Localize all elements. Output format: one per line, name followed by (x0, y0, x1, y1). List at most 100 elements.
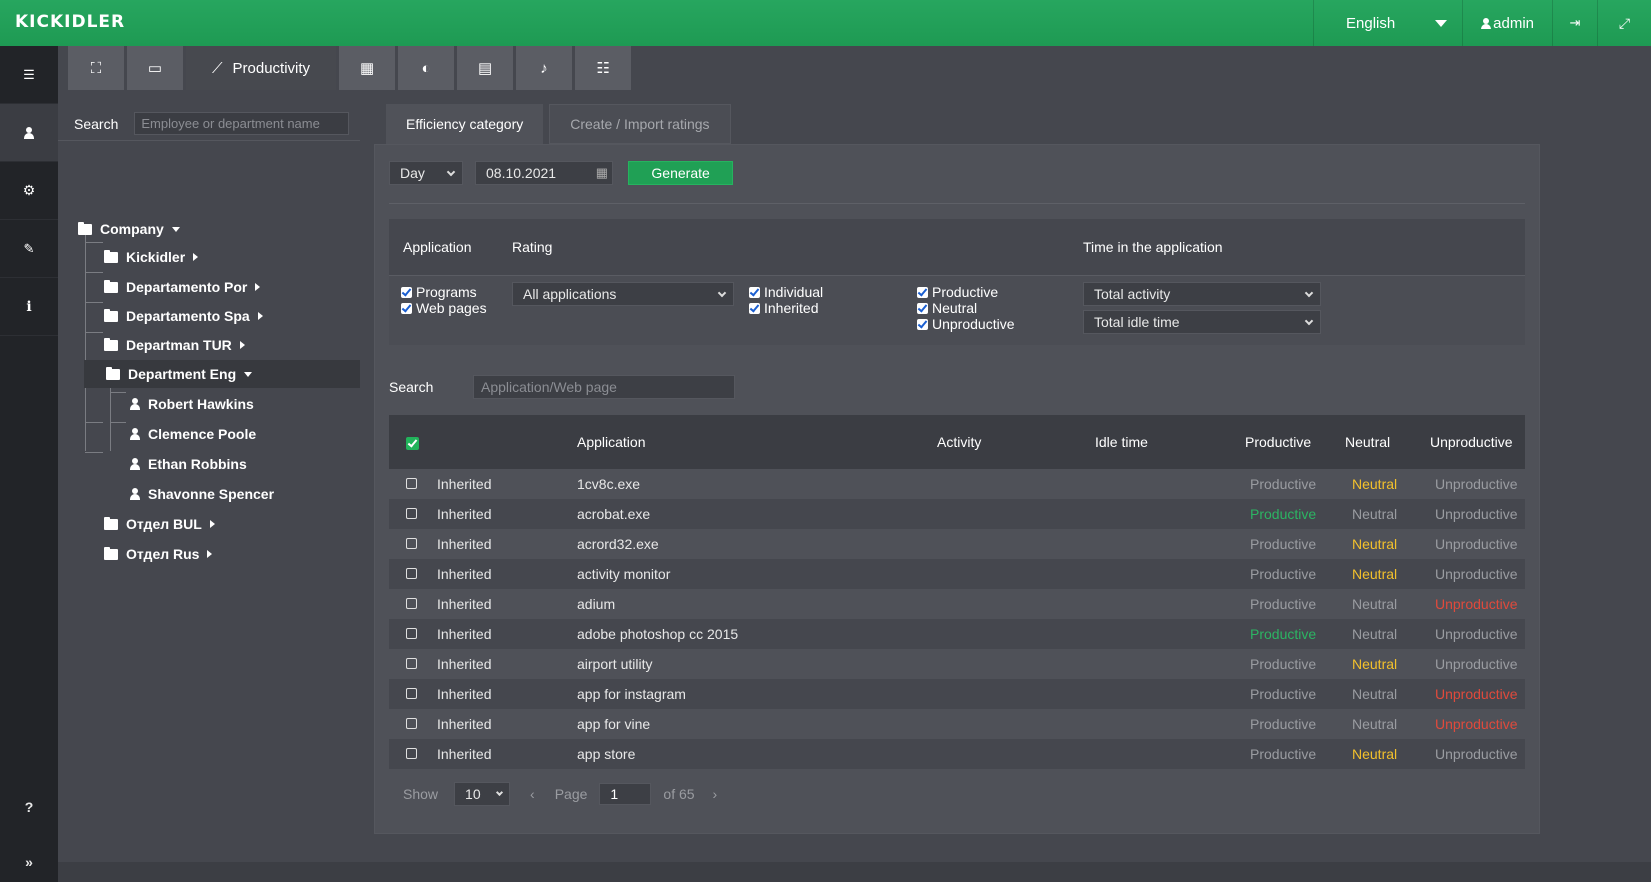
tab-monitor[interactable]: ▭ (127, 46, 183, 90)
row-checkbox[interactable] (406, 598, 417, 609)
expand-sidebar-button[interactable]: » (0, 842, 58, 882)
row-productive[interactable]: Productive (1250, 656, 1316, 672)
col-productive[interactable]: Productive (1245, 434, 1311, 450)
inherited-checkbox[interactable]: Inherited (749, 300, 818, 316)
app-search-input[interactable] (473, 375, 735, 399)
col-activity[interactable]: Activity (937, 434, 981, 450)
row-neutral[interactable]: Neutral (1352, 746, 1397, 762)
unproductive-checkbox[interactable]: Unproductive (917, 316, 1015, 332)
row-neutral[interactable]: Neutral (1352, 596, 1397, 612)
row-checkbox[interactable] (406, 628, 417, 639)
col-application[interactable]: Application (577, 434, 646, 450)
tree-node-department[interactable]: Departman TUR (104, 331, 245, 359)
period-select[interactable]: Day (389, 161, 463, 185)
tree-node-department-selected[interactable]: Department Eng (84, 360, 360, 388)
date-input[interactable]: 08.10.2021 ▦ (475, 161, 613, 185)
row-productive[interactable]: Productive (1250, 596, 1316, 612)
tab-id-card[interactable]: ▤ (457, 46, 514, 90)
row-unproductive[interactable]: Unproductive (1435, 476, 1518, 492)
tree-node-department[interactable]: Отдел BUL (104, 510, 215, 538)
neutral-checkbox[interactable]: Neutral (917, 300, 977, 316)
row-neutral[interactable]: Neutral (1352, 716, 1397, 732)
kickidler-logo[interactable]: KICKIDLER (15, 12, 125, 32)
programs-checkbox[interactable]: Programs (401, 284, 477, 300)
tab-create-import-ratings[interactable]: Create / Import ratings (549, 104, 731, 144)
sidebar-item-info[interactable]: i (0, 278, 58, 336)
row-checkbox[interactable] (406, 508, 417, 519)
tree-node-employee[interactable]: Clemence Poole (130, 420, 256, 448)
tree-search-input[interactable] (134, 112, 350, 135)
row-checkbox[interactable] (406, 658, 417, 669)
table-row[interactable]: Inherited airport utility Productive Neutra… (389, 649, 1525, 679)
row-unproductive[interactable]: Unproductive (1435, 626, 1518, 642)
row-neutral[interactable]: Neutral (1352, 506, 1397, 522)
table-row[interactable]: Inherited acrord32.exe Productive Neutral Un… (389, 529, 1525, 559)
row-checkbox[interactable] (406, 688, 417, 699)
row-unproductive[interactable]: Unproductive (1435, 656, 1518, 672)
row-productive[interactable]: Productive (1250, 686, 1316, 702)
generate-button[interactable]: Generate (628, 161, 733, 185)
row-productive[interactable]: Productive (1250, 566, 1316, 582)
row-unproductive[interactable]: Unproductive (1435, 596, 1518, 612)
row-neutral[interactable]: Neutral (1352, 476, 1397, 492)
row-neutral[interactable]: Neutral (1352, 626, 1397, 642)
row-productive[interactable]: Productive (1250, 626, 1316, 642)
row-checkbox[interactable] (406, 568, 417, 579)
rating-select[interactable]: All applications (512, 282, 734, 306)
col-neutral[interactable]: Neutral (1345, 434, 1390, 450)
tab-structure[interactable]: ⛶ (68, 46, 124, 90)
tree-node-department[interactable]: Departamento Spa (104, 302, 263, 330)
tab-notifications[interactable]: ♪ (516, 46, 573, 90)
row-unproductive[interactable]: Unproductive (1435, 746, 1518, 762)
sidebar-item-list[interactable]: ☰ (0, 46, 58, 104)
tree-node-department[interactable]: Отдел Rus (104, 540, 213, 568)
next-page-button[interactable]: › (713, 786, 718, 802)
time-select-activity[interactable]: Total activity (1083, 282, 1321, 306)
tree-node-department[interactable]: Kickidler (104, 243, 199, 271)
tab-users-settings[interactable]: ☷ (575, 46, 632, 90)
tree-node-company[interactable]: Company (78, 215, 180, 243)
table-row[interactable]: Inherited adobe photoshop cc 2015 Producti… (389, 619, 1525, 649)
help-button[interactable]: ? (0, 787, 58, 827)
table-row[interactable]: Inherited app store Productive Neutral Unpro… (389, 739, 1525, 769)
table-row[interactable]: Inherited activity monitor Productive Neutr… (389, 559, 1525, 589)
logout-button[interactable]: ⇥ (1552, 0, 1597, 46)
time-select-idle[interactable]: Total idle time (1083, 310, 1321, 334)
language-selector[interactable]: English (1313, 0, 1462, 46)
sidebar-item-employees[interactable] (0, 104, 58, 162)
row-neutral[interactable]: Neutral (1352, 536, 1397, 552)
prev-page-button[interactable]: ‹ (530, 786, 535, 802)
row-productive[interactable]: Productive (1250, 716, 1316, 732)
row-unproductive[interactable]: Unproductive (1435, 566, 1518, 582)
row-checkbox[interactable] (406, 748, 417, 759)
user-menu[interactable]: admin (1462, 0, 1552, 46)
row-neutral[interactable]: Neutral (1352, 566, 1397, 582)
calendar-icon[interactable]: ▦ (596, 165, 608, 181)
row-checkbox[interactable] (406, 538, 417, 549)
sidebar-item-tools[interactable]: ✎ (0, 220, 58, 278)
per-page-select[interactable]: 10 (454, 782, 511, 806)
individual-checkbox[interactable]: Individual (749, 284, 823, 300)
tree-node-employee[interactable]: Ethan Robbins (130, 450, 247, 478)
col-idle-time[interactable]: Idle time (1095, 434, 1148, 450)
fullscreen-button[interactable]: ⤢ (1597, 0, 1651, 46)
row-productive[interactable]: Productive (1250, 476, 1316, 492)
row-neutral[interactable]: Neutral (1352, 656, 1397, 672)
page-number-input[interactable] (599, 783, 652, 805)
col-unproductive[interactable]: Unproductive (1430, 434, 1513, 450)
row-productive[interactable]: Productive (1250, 506, 1316, 522)
row-unproductive[interactable]: Unproductive (1435, 536, 1518, 552)
tab-toggle[interactable]: ◐ (398, 46, 455, 90)
tab-efficiency-category[interactable]: Efficiency category (386, 104, 544, 144)
tree-node-employee[interactable]: Robert Hawkins (130, 390, 254, 418)
row-unproductive[interactable]: Unproductive (1435, 506, 1518, 522)
tree-node-department[interactable]: Departamento Por (104, 273, 261, 301)
tab-productivity[interactable]: ⟋ Productivity (186, 46, 337, 90)
row-productive[interactable]: Productive (1250, 746, 1316, 762)
row-productive[interactable]: Productive (1250, 536, 1316, 552)
table-row[interactable]: Inherited acrobat.exe Productive Neutral Unp… (389, 499, 1525, 529)
table-row[interactable]: Inherited app for vine Productive Neutral Un… (389, 709, 1525, 739)
table-row[interactable]: Inherited adium Productive Neutral Unproduct… (389, 589, 1525, 619)
select-all-checkbox[interactable] (406, 437, 419, 450)
tree-node-employee[interactable]: Shavonne Spencer (130, 480, 274, 508)
